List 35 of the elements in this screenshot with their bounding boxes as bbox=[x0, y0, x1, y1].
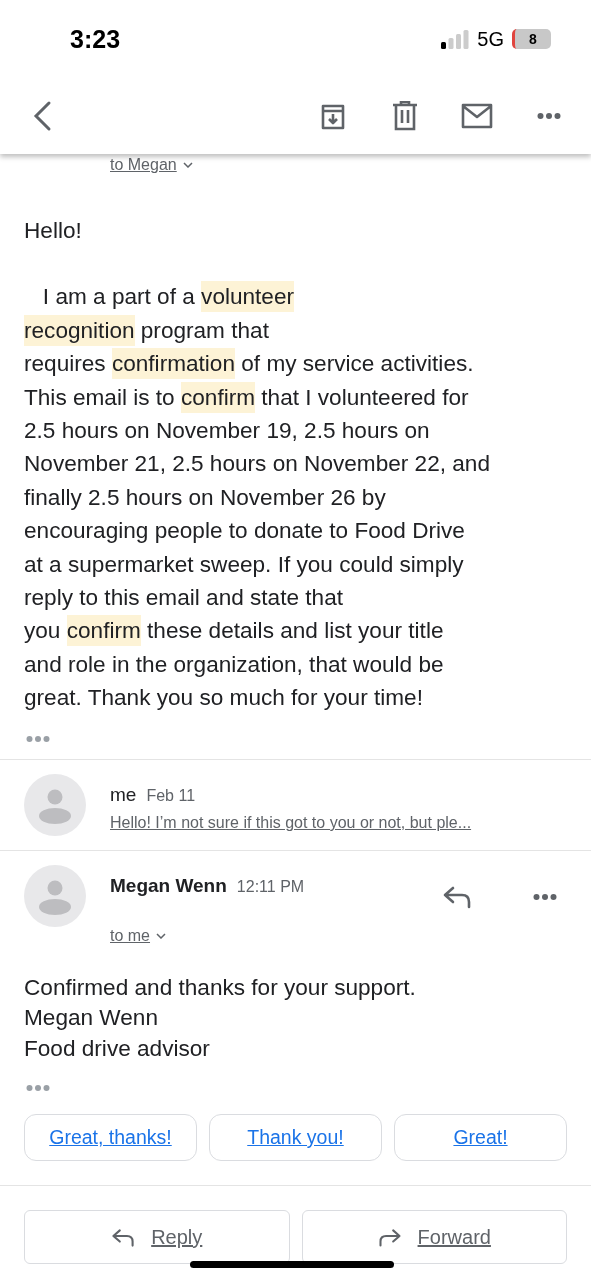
message-snippet[interactable]: Hello! I’m not sure if this got to you or not, but ple... bbox=[110, 813, 567, 832]
forward-button[interactable]: Forward bbox=[301, 1210, 567, 1265]
message-paragraph: Hello! bbox=[24, 217, 83, 245]
message-paragraph: I am a part of a volunteer recognition program that requires confirmation of my service activities. This email is to confirm that I volunteered for 2.5 hours on November 19, 2.5 hours on November 21, 2.5 hours on November 22, and finally 2.5 hours on November 26 by encouraging people to donate to Food Drive at a supermarket sweep. If you could simply reply to this email and state that you confirm these details and list your title and role in the organization, that would be great. Thank you so much for your time! bbox=[24, 280, 567, 715]
message-line: Confirmed and thanks for your support. bbox=[24, 973, 417, 1002]
sender-name: Megan Wenn bbox=[110, 874, 227, 897]
more-icon bbox=[533, 892, 557, 901]
back-icon bbox=[31, 100, 53, 132]
reply-icon bbox=[442, 884, 472, 909]
battery-level: 8 bbox=[512, 29, 551, 49]
reply-button[interactable]: Reply bbox=[24, 1210, 290, 1265]
recipient-link[interactable]: to me bbox=[110, 926, 166, 945]
forward-icon bbox=[377, 1227, 402, 1247]
chevron-icon bbox=[156, 932, 166, 939]
message-line: Megan Wenn bbox=[24, 1004, 159, 1033]
smart-reply-chip[interactable]: Great, thanks! bbox=[24, 1114, 197, 1162]
smart-reply-chip[interactable]: Great! bbox=[394, 1114, 567, 1162]
sender-name: me bbox=[110, 783, 137, 806]
more-icon bbox=[537, 112, 561, 120]
message-time: 12:11 PM bbox=[236, 877, 305, 896]
signal-icon bbox=[441, 29, 470, 49]
envelope-icon bbox=[461, 103, 493, 129]
status-time: 3:23 bbox=[70, 24, 122, 54]
avatar-icon bbox=[24, 864, 86, 927]
network-label: 5G bbox=[477, 27, 504, 51]
reply-icon bbox=[111, 1227, 136, 1247]
message-date: Feb 11 bbox=[146, 786, 196, 805]
recipient-link[interactable]: to Megan bbox=[110, 156, 193, 174]
chevron-icon bbox=[182, 162, 193, 168]
avatar-icon bbox=[24, 773, 86, 836]
more-icon bbox=[26, 734, 50, 743]
message-line: Food drive advisor bbox=[24, 1034, 211, 1063]
trash-icon bbox=[391, 101, 419, 131]
smart-reply-chip[interactable]: Thank you! bbox=[209, 1114, 382, 1162]
more-icon bbox=[26, 1084, 50, 1093]
